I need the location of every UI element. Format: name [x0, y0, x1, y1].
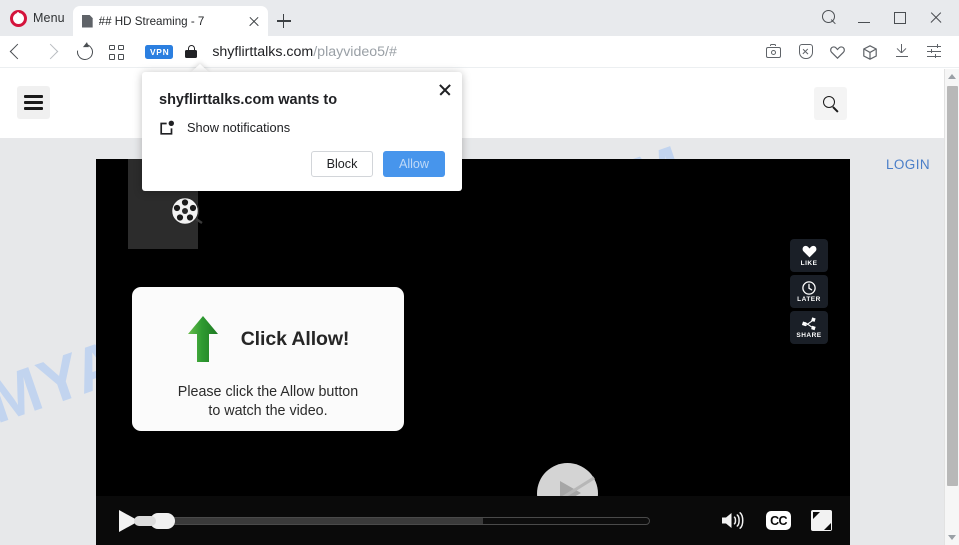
site-search-button[interactable] — [814, 87, 847, 120]
back-button[interactable] — [0, 36, 33, 68]
hamburger-menu-icon[interactable] — [17, 86, 50, 119]
heart-icon — [830, 45, 845, 59]
block-button[interactable]: Block — [311, 151, 373, 177]
back-arrow-icon — [9, 43, 26, 59]
share-nodes-icon — [801, 316, 817, 331]
my-flow-button[interactable] — [822, 36, 853, 68]
browser-tab[interactable]: ## HD Streaming - 7 — [72, 6, 268, 36]
close-icon — [929, 11, 943, 25]
reload-icon — [73, 40, 97, 63]
search-icon — [822, 10, 835, 23]
player-side-actions: LIKE LATER SHARE — [790, 239, 828, 347]
ad-blocker-button[interactable] — [790, 36, 821, 68]
buffered-range — [161, 517, 484, 524]
vertical-scrollbar[interactable] — [944, 69, 959, 545]
close-window-button[interactable] — [919, 3, 953, 33]
new-tab-button[interactable] — [268, 6, 300, 36]
address-bar[interactable]: shyflirttalks.com/playvideo5/# — [212, 44, 397, 60]
heart-icon — [802, 244, 817, 259]
reload-button[interactable] — [66, 36, 99, 68]
close-icon[interactable] — [437, 81, 453, 97]
later-button[interactable]: LATER — [790, 275, 828, 308]
overlay-body: Please click the Allow button to watch t… — [132, 383, 404, 421]
downloads-button[interactable] — [886, 36, 917, 68]
url-path: /playvideo5/# — [313, 43, 397, 60]
browser-window: Menu ## HD Streaming - 7 VPN shyflirttal… — [0, 0, 959, 545]
film-reel-icon — [170, 194, 204, 228]
maximize-icon — [894, 12, 906, 24]
vpn-badge[interactable]: VPN — [145, 44, 174, 59]
share-label: SHARE — [796, 332, 822, 339]
navigation-bar: VPN shyflirttalks.com/playvideo5/# — [0, 36, 959, 68]
closed-captions-button[interactable]: CC — [766, 511, 791, 530]
overlay-title: Click Allow! — [240, 327, 350, 350]
browser-toolbar-icons — [758, 36, 959, 68]
tab-title: ## HD Streaming - 7 — [98, 14, 205, 28]
crypto-wallet-button[interactable] — [854, 36, 885, 68]
forward-button[interactable] — [33, 36, 66, 68]
scroll-up-icon[interactable] — [945, 69, 959, 84]
window-search-button[interactable] — [811, 3, 845, 33]
notification-permission-dialog: shyflirttalks.com wants to Show notifica… — [142, 72, 462, 191]
tab-close-icon[interactable] — [246, 13, 262, 29]
clock-icon — [802, 280, 816, 295]
snapshot-button[interactable] — [758, 36, 789, 68]
fullscreen-icon[interactable] — [811, 510, 832, 531]
search-icon — [823, 96, 835, 108]
share-button[interactable]: SHARE — [790, 311, 828, 344]
progress-bar[interactable] — [160, 516, 650, 525]
like-button[interactable]: LIKE — [790, 239, 828, 272]
minimize-icon — [858, 22, 870, 24]
allow-button[interactable]: Allow — [383, 151, 445, 177]
speed-dial-button[interactable] — [99, 36, 132, 68]
player-controls-right: CC — [720, 496, 832, 545]
url-domain: shyflirttalks.com — [212, 43, 314, 60]
player-controls: CC — [96, 496, 850, 545]
notification-dialog-title: shyflirttalks.com wants to — [159, 92, 338, 108]
minimize-button[interactable] — [847, 3, 881, 33]
crypto-wallet-cube-icon — [862, 44, 877, 60]
volume-icon[interactable] — [720, 510, 746, 531]
maximize-button[interactable] — [883, 3, 917, 33]
opera-menu-button[interactable]: Menu — [0, 0, 73, 36]
forward-arrow-icon — [42, 43, 59, 59]
ad-blocker-shield-icon — [798, 44, 813, 59]
speed-dial-icon — [109, 44, 124, 60]
scroll-thumb[interactable] — [946, 86, 958, 486]
like-label: LIKE — [800, 260, 818, 267]
opera-logo — [10, 9, 27, 27]
up-arrow-icon — [187, 315, 219, 363]
login-link[interactable]: LOGIN — [886, 157, 930, 172]
progress-handle[interactable] — [134, 512, 175, 529]
overlay-line-1: Please click the Allow button — [177, 384, 359, 400]
lock-icon[interactable] — [185, 45, 198, 58]
window-controls — [811, 0, 959, 36]
later-label: LATER — [797, 296, 821, 303]
notification-dialog-actions: Block Allow — [311, 151, 445, 177]
tab-strip: Menu ## HD Streaming - 7 — [0, 0, 959, 36]
overlay-line-2: to watch the video. — [208, 403, 328, 419]
notification-bell-icon — [159, 120, 176, 137]
easy-setup-sliders-icon — [927, 43, 941, 59]
easy-setup-button[interactable] — [918, 36, 949, 68]
page-favicon — [81, 14, 93, 28]
opera-menu-label: Menu — [33, 11, 65, 25]
scroll-down-icon[interactable] — [945, 530, 959, 545]
notification-permission-label: Show notifications — [187, 120, 291, 135]
click-allow-overlay: Click Allow! Please click the Allow butt… — [132, 287, 404, 431]
